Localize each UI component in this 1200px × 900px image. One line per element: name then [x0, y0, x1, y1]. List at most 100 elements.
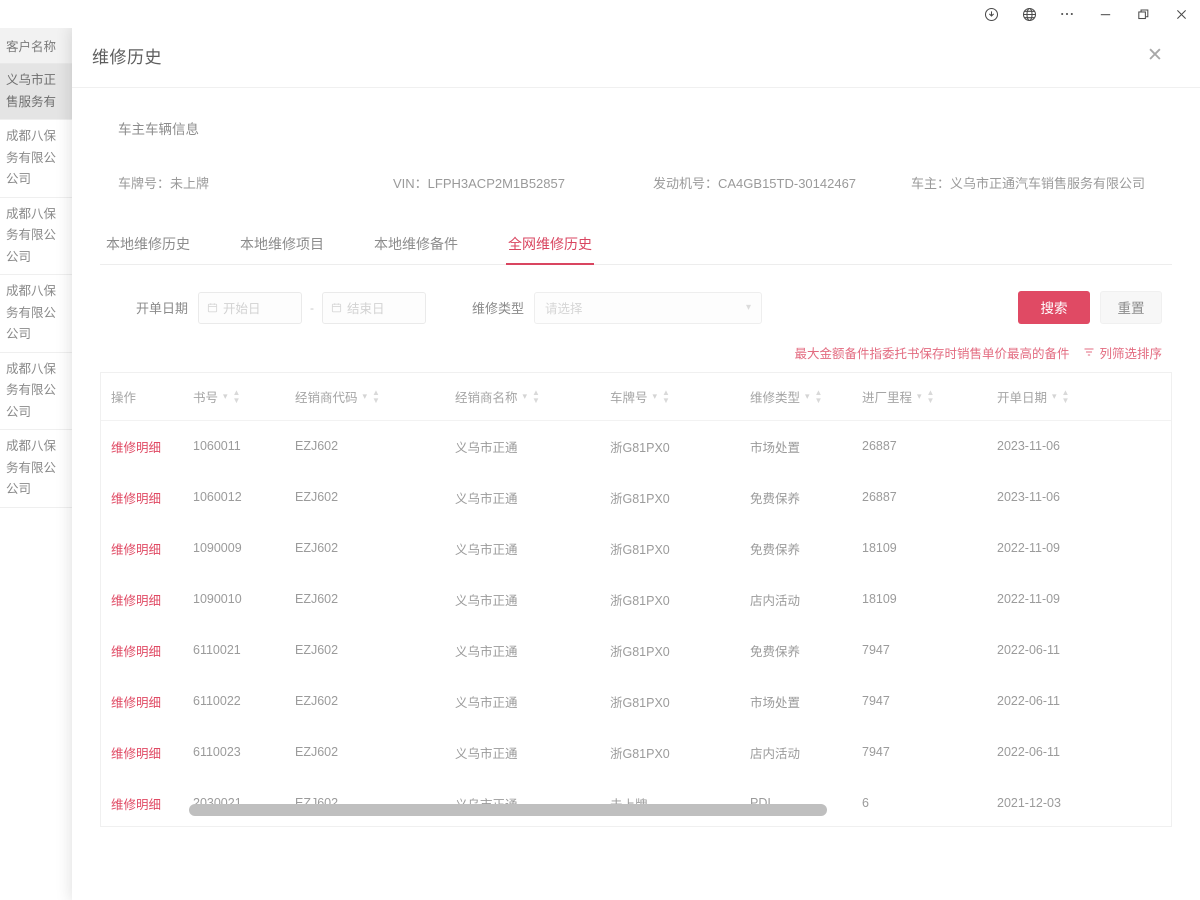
column-filter-sort-button[interactable]: 列筛选排序 [1083, 343, 1162, 362]
cell-bill_date: 2023-11-06 [997, 439, 1061, 453]
cell-mileage: 7947 [862, 745, 890, 759]
minimize-icon[interactable] [1086, 0, 1124, 28]
table-body: 维修明细 1060011 EZJ602 义乌市正通 浙G81PX0 市场处置 26887 20… [101, 420, 1171, 826]
background-customer-row[interactable]: 成都八保 务有限公 公司 [0, 430, 79, 508]
horizontal-scrollbar-thumb[interactable] [189, 803, 827, 816]
cell-book_no: 1090009 [193, 541, 242, 555]
chevron-down-icon[interactable]: ▾ [523, 391, 528, 402]
cell-repair_type: 市场处置 [750, 695, 801, 710]
reset-button[interactable]: 重置 [1100, 290, 1162, 324]
cell-repair_type: 免费保养 [750, 542, 801, 557]
cell-repair_type: 店内活动 [750, 746, 801, 761]
tab-0[interactable]: 本地维修历史 [104, 228, 192, 264]
column-header-dealer_name[interactable]: 经销商名称 ▾ ▲ ▼ [455, 372, 610, 421]
repair-history-table: 操作 书号 ▾ ▲ ▼ 经销商代码 ▾ ▲ ▼ 经销商名称 ▾ ▲ ▼ 车牌号 ▾ ▲ ▼ 维修类型 ▾ ▲ ▼ 进厂里程… [101, 372, 1171, 826]
background-customer-row[interactable]: 成都八保 务有限公 公司 [0, 275, 79, 353]
sort-toggle-icon[interactable]: ▲ ▼ [372, 388, 380, 404]
column-filter-sort-label: 列筛选排序 [1099, 346, 1162, 361]
cell-plate: 浙G81PX0 [610, 695, 670, 710]
column-header-book_no[interactable]: 书号 ▾ ▲ ▼ [193, 372, 295, 421]
calendar-icon [331, 302, 342, 313]
column-header-plate[interactable]: 车牌号 ▾ ▲ ▼ [610, 372, 750, 421]
sort-toggle-icon[interactable]: ▲ ▼ [927, 388, 935, 404]
close-icon[interactable] [1162, 0, 1200, 28]
more-options-icon[interactable] [1048, 0, 1086, 28]
table-row[interactable]: 维修明细 6110022 EZJ602 义乌市正通 浙G81PX0 市场处置 7947 202… [101, 676, 1171, 727]
background-customer-row[interactable]: 义乌市正 售服务有 [0, 64, 79, 120]
modal-close-icon[interactable]: ✕ [1142, 43, 1168, 69]
table-row[interactable]: 维修明细 1060011 EZJ602 义乌市正通 浙G81PX0 市场处置 26887 20… [101, 420, 1171, 472]
column-header-label: 操作 [111, 390, 137, 405]
sort-toggle-icon[interactable]: ▲ ▼ [233, 388, 241, 404]
repair-type-placeholder-text: 请选择 [545, 302, 583, 316]
cell-repair_type: PDI [750, 778, 862, 826]
horizontal-scrollbar-track[interactable] [101, 803, 1171, 816]
repair-detail-link[interactable]: 维修明细 [101, 727, 193, 778]
cell-dealer_code: EZJ602 [295, 778, 455, 826]
date-end-input[interactable]: 结束日 [322, 291, 427, 324]
cell-bill_date: 2022-06-11 [997, 643, 1061, 657]
chevron-down-icon[interactable]: ▾ [1052, 391, 1057, 402]
tab-2[interactable]: 本地维修备件 [372, 228, 460, 264]
column-header-label: 书号 [193, 390, 219, 405]
cell-plate: 浙G81PX0 [610, 746, 670, 761]
cell-dealer_name: 义乌市正通 [455, 644, 518, 659]
chevron-down-icon[interactable]: ▾ [805, 391, 810, 402]
cell-bill_date: 2022-11-09 [997, 592, 1061, 606]
chevron-down-icon[interactable]: ▾ [363, 391, 368, 402]
table-row[interactable]: 维修明细 1090010 EZJ602 义乌市正通 浙G81PX0 店内活动 18109 20… [101, 574, 1171, 625]
chevron-down-icon[interactable]: ▾ [223, 391, 228, 402]
date-end-placeholder-text: 结束日 [347, 302, 385, 316]
repair-detail-link[interactable]: 维修明细 [101, 472, 193, 523]
sort-toggle-icon[interactable]: ▲ ▼ [1062, 388, 1070, 404]
cell-dealer_name: 义乌市正通 [455, 695, 518, 710]
repair-detail-link[interactable]: 维修明细 [101, 676, 193, 727]
repair-type-select[interactable]: 请选择 ▾ [534, 291, 763, 324]
column-header-bill_date[interactable]: 开单日期 ▾ ▲ ▼ [997, 372, 1171, 421]
repair-history-modal: 维修历史 ✕ 车主车辆信息 车牌号：未上牌 VIN：LFPH3ACP2M1B52… [72, 24, 1200, 900]
repair-detail-link[interactable]: 维修明细 [101, 420, 193, 472]
table-row[interactable]: 维修明细 6110021 EZJ602 义乌市正通 浙G81PX0 免费保养 7947 202… [101, 625, 1171, 676]
cell-bill_date: 2021-12-03 [997, 796, 1061, 810]
repair-detail-link[interactable]: 维修明细 [101, 574, 193, 625]
column-header-dealer_code[interactable]: 经销商代码 ▾ ▲ ▼ [295, 372, 455, 421]
vehicle-info-section: 车主车辆信息 车牌号：未上牌 VIN：LFPH3ACP2M1B52857 发动机… [100, 88, 1172, 194]
vehicle-plate-number: 车牌号：未上牌 [118, 176, 210, 191]
repair-detail-link[interactable]: 维修明细 [101, 778, 193, 826]
column-header-label: 车牌号 [610, 390, 648, 405]
date-start-input[interactable]: 开始日 [198, 291, 303, 324]
repair-detail-link[interactable]: 维修明细 [101, 523, 193, 574]
chevron-down-icon[interactable]: ▾ [653, 391, 658, 402]
background-row-list: 义乌市正 售服务有 成都八保 务有限公 公司 成都八保 务有限公 公司 成都八保 务有… [0, 64, 79, 508]
cell-dealer_code: EZJ602 [295, 694, 339, 708]
column-header-label: 经销商代码 [295, 390, 358, 405]
filter-label-bill-date: 开单日期 [136, 301, 189, 316]
download-icon[interactable] [972, 0, 1010, 28]
repair-history-table-card: 操作 书号 ▾ ▲ ▼ 经销商代码 ▾ ▲ ▼ 经销商名称 ▾ ▲ ▼ 车牌号 ▾ ▲ ▼ 维修类型 ▾ ▲ ▼ 进厂里程… [100, 371, 1172, 827]
repair-detail-link[interactable]: 维修明细 [101, 625, 193, 676]
restore-icon[interactable] [1124, 0, 1162, 28]
tab-1[interactable]: 本地维修项目 [238, 228, 326, 264]
search-button[interactable]: 搜索 [1018, 290, 1090, 324]
table-row[interactable]: 维修明细 1060012 EZJ602 义乌市正通 浙G81PX0 免费保养 26887 20… [101, 472, 1171, 523]
cell-mileage: 7947 [862, 694, 890, 708]
cell-mileage: 26887 [862, 439, 897, 453]
chevron-down-icon[interactable]: ▾ [917, 391, 922, 402]
cell-bill_date: 2023-11-06 [997, 490, 1061, 504]
tab-3[interactable]: 全网维修历史 [506, 228, 594, 265]
cell-book_no: 1060011 [193, 439, 241, 453]
table-row[interactable]: 维修明细2030021EZJ602义乌市正通未上牌PDI6 2021-12-03 [101, 778, 1171, 826]
background-customer-row[interactable]: 成都八保 务有限公 公司 [0, 198, 79, 275]
table-row[interactable]: 维修明细 1090009 EZJ602 义乌市正通 浙G81PX0 免费保养 18109 20… [101, 523, 1171, 574]
background-customer-row[interactable]: 成都八保 务有限公 公司 [0, 353, 79, 430]
table-header-row: 操作 书号 ▾ ▲ ▼ 经销商代码 ▾ ▲ ▼ 经销商名称 ▾ ▲ ▼ 车牌号 ▾ ▲ ▼ 维修类型 ▾ ▲ ▼ 进厂里程… [101, 372, 1171, 421]
sort-toggle-icon[interactable]: ▲ ▼ [662, 388, 670, 404]
sort-toggle-icon[interactable]: ▲ ▼ [532, 388, 540, 404]
sort-toggle-icon[interactable]: ▲ ▼ [815, 388, 823, 404]
globe-icon[interactable] [1010, 0, 1048, 28]
column-header-mileage[interactable]: 进厂里程 ▾ ▲ ▼ [862, 372, 997, 421]
background-customer-row[interactable]: 成都八保 务有限公 公司 [0, 120, 79, 198]
cell-mileage: 6 [862, 796, 869, 810]
table-row[interactable]: 维修明细 6110023 EZJ602 义乌市正通 浙G81PX0 店内活动 7947 202… [101, 727, 1171, 778]
column-header-repair_type[interactable]: 维修类型 ▾ ▲ ▼ [750, 372, 862, 421]
